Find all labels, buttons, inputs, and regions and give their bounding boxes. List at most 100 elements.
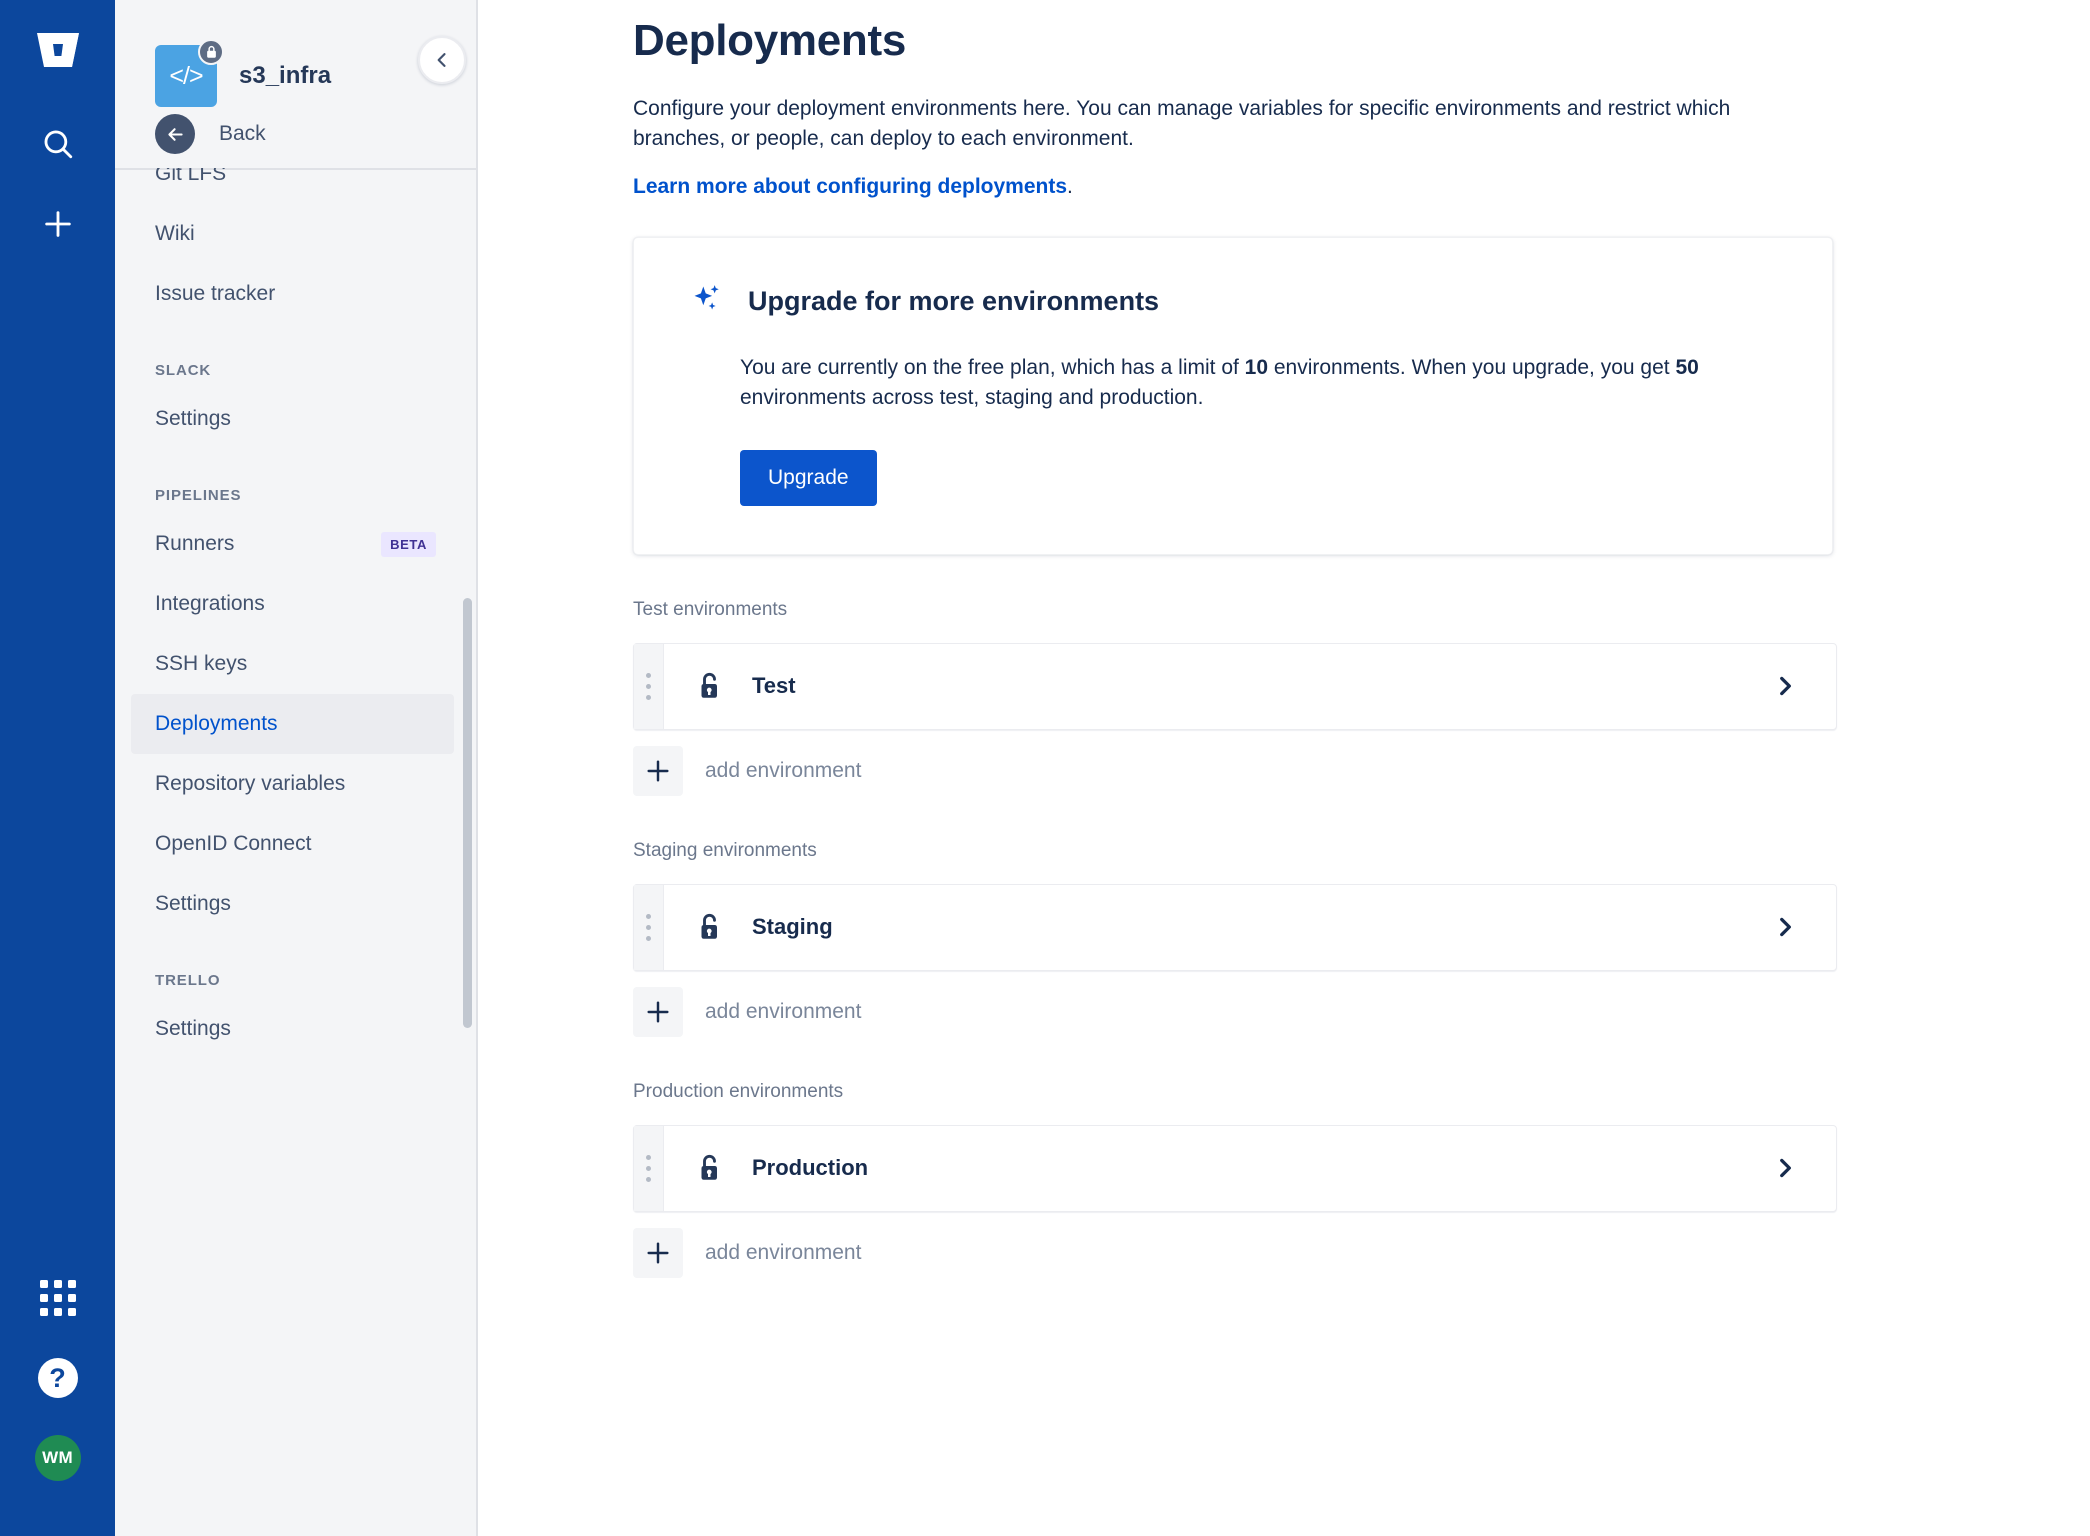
code-brackets-icon: </>: [169, 61, 203, 90]
unlocked-padlock-icon: [696, 1153, 724, 1183]
environment-group-label: Staging environments: [633, 839, 817, 861]
bitbucket-logo[interactable]: [34, 26, 82, 74]
sidebar-item-label: SSH keys: [155, 652, 248, 675]
add-environment-label: add environment: [705, 758, 862, 782]
plus-icon: [633, 1227, 683, 1278]
sidebar-item-label: Git LFS: [155, 168, 227, 185]
sidebar-item-deployments[interactable]: Deployments: [131, 694, 454, 754]
chevron-right-icon[interactable]: [1772, 914, 1798, 940]
chevron-right-icon[interactable]: [1772, 1155, 1798, 1181]
main-content: Deployments Configure your deployment en…: [478, 0, 2090, 1536]
environment-row[interactable]: Test: [633, 642, 1837, 730]
sidebar-section-trello: TRELLO: [155, 972, 221, 989]
sidebar-scrollbar[interactable]: [463, 598, 472, 1028]
add-environment-button[interactable]: add environment: [633, 1227, 862, 1278]
sidebar-item-repository-variables[interactable]: Repository variables: [131, 754, 454, 814]
learn-more-text: Learn more about configuring deployments: [633, 174, 1068, 198]
arrow-left-icon: [155, 114, 195, 154]
drag-dots-glyph: [646, 1154, 651, 1182]
repository-name: s3_infra: [239, 62, 332, 89]
avatar[interactable]: WM: [30, 1430, 86, 1486]
settings-sidebar: </> s3_infra Back Git LFS Wiki Issue tra…: [115, 0, 478, 1536]
sidebar-item-ssh-keys[interactable]: SSH keys: [131, 634, 454, 694]
sidebar-item-label: Integrations: [155, 592, 265, 615]
back-button[interactable]: Back: [115, 114, 478, 154]
paid-plan-limit: 50: [1675, 355, 1699, 379]
sidebar-item-label: Deployments: [155, 712, 278, 735]
learn-more-row: Learn more about configuring deployments…: [633, 155, 2090, 199]
upgrade-body-part3: environments across test, staging and pr…: [740, 386, 1204, 410]
environment-group-label: Test environments: [633, 598, 788, 620]
environment-row[interactable]: Staging: [633, 883, 1837, 971]
environment-groups: Test environments Test add environment Stag…: [633, 599, 2090, 1278]
sidebar-item-integrations[interactable]: Integrations: [131, 574, 454, 634]
avatar-initials: WM: [34, 1435, 81, 1481]
search-icon[interactable]: [30, 116, 86, 172]
sidebar-item-openid-connect[interactable]: OpenID Connect: [131, 814, 454, 874]
unlocked-padlock-icon: [696, 912, 724, 942]
learn-more-link[interactable]: Learn more about configuring deployments…: [633, 175, 1073, 199]
sidebar-item-settings[interactable]: Settings: [131, 999, 454, 1059]
drag-handle-icon[interactable]: [634, 643, 664, 729]
add-environment-button[interactable]: add environment: [633, 986, 862, 1037]
environment-name: Test: [752, 673, 796, 699]
sidebar-item-label: Repository variables: [155, 772, 346, 795]
environment-name: Staging: [752, 914, 833, 940]
sidebar-collapse-button[interactable]: [418, 36, 466, 84]
lock-icon: [198, 39, 224, 65]
help-glyph: ?: [37, 1358, 78, 1398]
add-environment-button[interactable]: add environment: [633, 745, 862, 796]
sidebar-item-label: Settings: [155, 892, 231, 915]
chevron-right-icon[interactable]: [1772, 673, 1798, 699]
beta-badge: BETA: [381, 531, 436, 557]
sidebar-item-label: Issue tracker: [155, 282, 276, 305]
app-root: ? WM </> s3_infra Back Git LFS Wiki Issu…: [0, 0, 2090, 1536]
grid-glyph: [39, 1280, 76, 1316]
add-environment-label: add environment: [705, 1240, 862, 1264]
sidebar-item-wiki[interactable]: Wiki: [131, 204, 454, 264]
sidebar-item-label: Wiki: [155, 222, 195, 245]
free-plan-limit: 10: [1244, 355, 1269, 379]
rail-bottom-group: ? WM: [0, 1270, 115, 1510]
sidebar-section-pipelines: PIPELINES: [155, 487, 242, 504]
drag-handle-icon[interactable]: [634, 1125, 664, 1211]
sidebar-item-label: OpenID Connect: [155, 832, 312, 855]
upgrade-body-part2: environments. When you upgrade, you get: [1268, 355, 1676, 379]
sidebar-item-label: Settings: [155, 407, 231, 430]
sidebar-item-runners[interactable]: Runners BETA: [131, 514, 454, 574]
drag-handle-icon[interactable]: [634, 884, 664, 970]
sidebar-nav-scroll-area: Git LFS Wiki Issue tracker SLACK Settings PIP…: [115, 168, 478, 1536]
add-environment-label: add environment: [705, 999, 862, 1023]
sidebar-item-label: Runners: [155, 532, 235, 555]
unlocked-padlock-icon: [696, 671, 724, 701]
environment-name: Production: [752, 1155, 869, 1181]
repository-avatar[interactable]: </>: [155, 39, 224, 107]
back-label: Back: [219, 122, 266, 145]
plus-icon: [633, 986, 683, 1037]
sidebar-section-slack: SLACK: [155, 362, 212, 379]
page-title: Deployments: [633, 16, 906, 65]
upgrade-banner-header: Upgrade for more environments: [690, 282, 1776, 321]
sidebar-item-settings[interactable]: Settings: [131, 874, 454, 934]
help-question-icon[interactable]: ?: [30, 1350, 86, 1406]
sidebar-item-git-lfs[interactable]: Git LFS: [131, 168, 454, 204]
drag-dots-glyph: [646, 672, 651, 700]
sparkle-premium-icon: [690, 282, 724, 321]
upgrade-body-part1: You are currently on the free plan, whic…: [740, 355, 1245, 379]
global-navigation-rail: ? WM: [0, 0, 115, 1536]
plus-icon: [633, 745, 683, 796]
create-plus-icon[interactable]: [30, 196, 86, 252]
drag-dots-glyph: [646, 913, 651, 941]
environment-group-label: Production environments: [633, 1080, 844, 1102]
environment-row[interactable]: Production: [633, 1124, 1837, 1212]
sidebar-item-label: Settings: [155, 1017, 231, 1040]
page-description: Configure your deployment environments h…: [633, 97, 1731, 151]
upgrade-button[interactable]: Upgrade: [740, 449, 877, 506]
upgrade-banner-body: You are currently on the free plan, whic…: [690, 353, 1700, 414]
sidebar-nav-list: Git LFS Wiki Issue tracker SLACK Settings PIP…: [115, 168, 478, 1059]
upgrade-banner-card: Upgrade for more environments You are cu…: [633, 236, 1833, 555]
sidebar-item-settings[interactable]: Settings: [131, 389, 454, 449]
app-switcher-grid-icon[interactable]: [30, 1270, 86, 1326]
upgrade-banner-title: Upgrade for more environments: [748, 285, 1160, 316]
sidebar-item-issue-tracker[interactable]: Issue tracker: [131, 264, 454, 324]
